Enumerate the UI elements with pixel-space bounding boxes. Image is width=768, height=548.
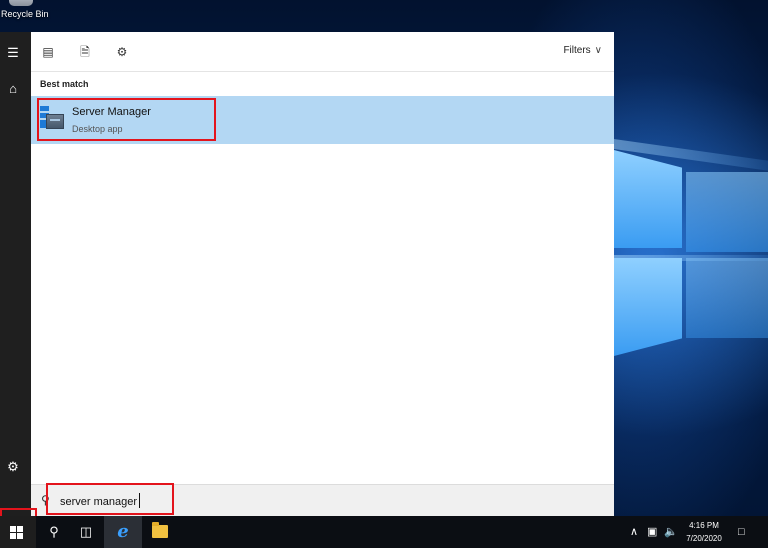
clock-time: 4:16 PM: [689, 521, 719, 530]
documents-filter-icon[interactable]: 🗎: [77, 44, 93, 60]
settings-icon[interactable]: ⚙: [5, 459, 21, 475]
chevron-down-icon: ∨: [594, 45, 602, 56]
settings-filter-icon[interactable]: ⚙: [114, 44, 130, 60]
recycle-bin-shortcut[interactable]: Recycle Bin: [0, 0, 50, 26]
search-input[interactable]: [60, 493, 420, 510]
recycle-bin-icon: [9, 0, 33, 6]
server-manager-icon: [40, 106, 64, 130]
action-center-icon[interactable]: □: [738, 524, 745, 540]
text-caret: [139, 493, 140, 508]
apps-filter-icon[interactable]: ▤: [40, 44, 56, 60]
clock-date: 7/20/2020: [686, 534, 722, 543]
internet-explorer-button[interactable]: e: [104, 516, 142, 548]
recycle-bin-label: Recycle Bin: [1, 9, 49, 19]
file-explorer-icon[interactable]: [152, 522, 168, 538]
search-filter-toolbar: ▤ 🗎 ⚙ Filters ∨: [31, 32, 614, 72]
best-match-heading: Best match: [40, 79, 89, 89]
network-icon[interactable]: ▣: [647, 524, 657, 540]
search-taskbar-button[interactable]: ⚲: [36, 516, 72, 548]
start-button[interactable]: [0, 516, 36, 548]
search-results-panel: ▤ 🗎 ⚙ Filters ∨ Best match Server Manager…: [31, 32, 614, 484]
system-clock[interactable]: 4:16 PM 7/20/2020: [680, 519, 728, 545]
volume-muted-icon[interactable]: 🔈: [664, 524, 678, 540]
internet-explorer-icon: e: [117, 521, 129, 542]
home-icon[interactable]: ⌂: [5, 81, 21, 97]
chevron-up-icon[interactable]: ∧: [630, 524, 638, 540]
taskbar: ⚲ ◫ e ∧ ▣ 🔈 4:16 PM 7/20/2020 □: [0, 516, 768, 548]
best-match-result-server-manager[interactable]: Server Manager Desktop app: [31, 96, 614, 144]
start-left-rail: ☰ ⌂ ⚙: [0, 32, 31, 516]
windows-logo-icon: [10, 526, 23, 539]
task-view-button[interactable]: ◫: [68, 516, 104, 548]
filters-label: Filters: [563, 45, 591, 56]
search-box[interactable]: ⚲: [31, 484, 614, 516]
magnifier-icon: ⚲: [49, 524, 59, 539]
result-subtitle: Desktop app: [72, 124, 123, 134]
hamburger-menu-icon[interactable]: ☰: [5, 45, 21, 61]
result-title: Server Manager: [72, 106, 151, 118]
task-view-icon: ◫: [79, 524, 93, 539]
search-icon: ⚲: [41, 493, 50, 507]
filters-button[interactable]: Filters ∨: [563, 45, 602, 56]
